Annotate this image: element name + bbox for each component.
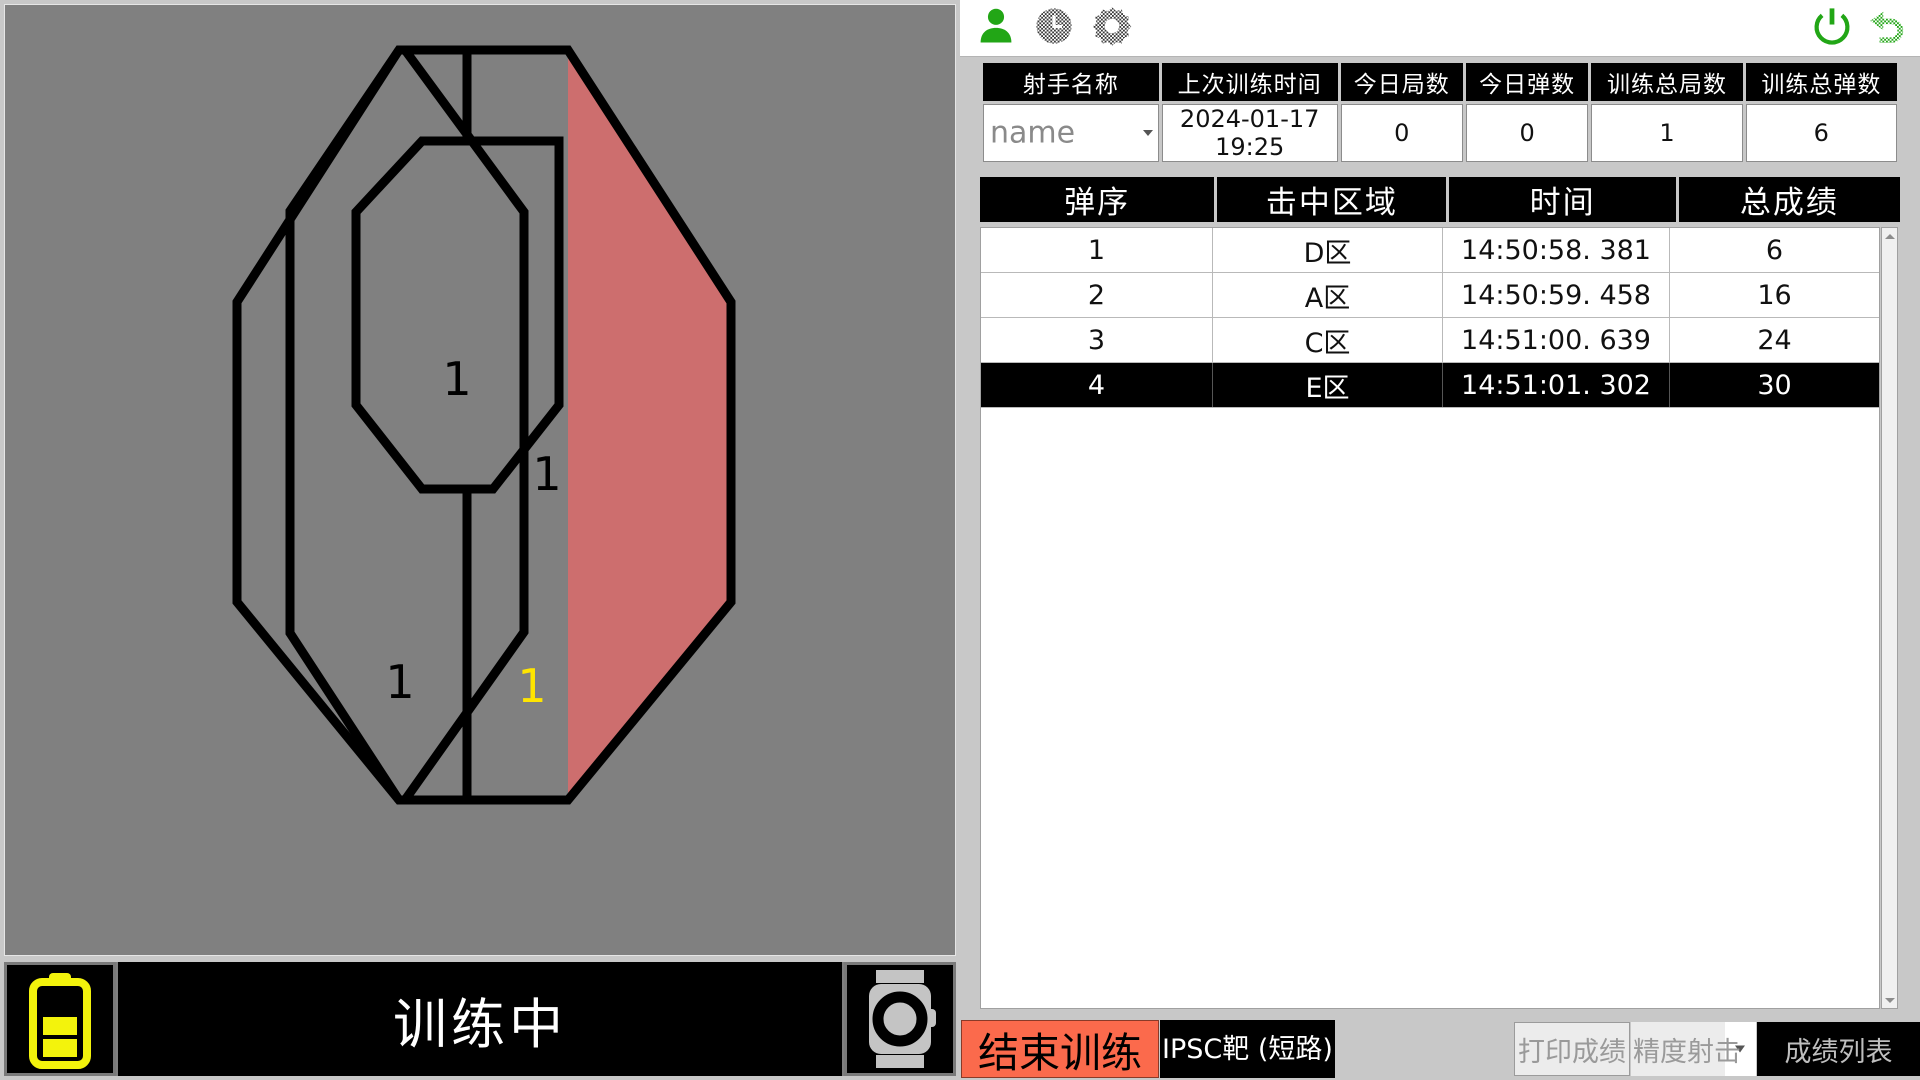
info-header-today-shots: 今日弹数: [1465, 63, 1589, 101]
total-rounds-value: 1: [1591, 104, 1743, 162]
scroll-down-arrow-icon[interactable]: [1882, 992, 1897, 1008]
hit-count-a: 1: [442, 352, 471, 406]
right-panel: 射手名称 上次训练时间 今日局数 今日弹数 训练总局数 训练总弹数 name 2…: [960, 0, 1920, 1080]
app-root: 1 1 1 1 训练中 射手名称 上次训练时间 今日局数 今日弹数 训练总局数 …: [0, 0, 1920, 1080]
battery-indicator: [4, 962, 116, 1076]
chevron-down-icon: [1142, 130, 1153, 136]
target-outline-a: [351, 136, 564, 494]
cell-index: 2: [981, 273, 1213, 317]
power-icon[interactable]: [1810, 4, 1854, 48]
results-vertical-scrollbar[interactable]: [1881, 227, 1898, 1009]
cell-zone: D区: [1213, 228, 1443, 272]
cell-time: 14:50:58. 381: [1443, 228, 1670, 272]
cell-time: 14:51:00. 639: [1443, 318, 1670, 362]
cell-zone: C区: [1213, 318, 1443, 362]
cell-index: 4: [981, 363, 1213, 407]
cell-score: 16: [1757, 279, 1792, 311]
cell-zone: A区: [1213, 273, 1443, 317]
info-header-total-shots: 训练总弹数: [1745, 63, 1897, 101]
results-header-time: 时间: [1449, 177, 1676, 222]
top-toolbar: [960, 0, 1920, 57]
cell-score: 6: [1765, 234, 1784, 266]
bottom-toolbar: 结束训练 IPSC靶 (短路) 打印成绩 精度射击 成绩列表: [960, 1014, 1920, 1080]
table-row[interactable]: 3 C区 14:51:00. 639 24: [981, 318, 1879, 363]
target-display[interactable]: 1 1 1 1: [4, 4, 956, 956]
results-header-zone: 击中区域: [1217, 177, 1447, 222]
cell-score: 30: [1757, 369, 1792, 401]
table-row[interactable]: 2 A区 14:50:59. 458 16: [981, 273, 1879, 318]
toolbar-right-group: [1810, 4, 1908, 48]
print-score-button[interactable]: 打印成绩: [1514, 1022, 1630, 1076]
results-header-score: 总成绩: [1678, 177, 1900, 222]
today-shots-value: 0: [1465, 104, 1589, 162]
cell-score: 24: [1757, 324, 1792, 356]
table-row[interactable]: 1 D区 14:50:58. 381 6: [981, 228, 1879, 273]
info-header-total-rounds: 训练总局数: [1591, 63, 1743, 101]
total-shots-value: 6: [1745, 104, 1897, 162]
results-header-index: 弹序: [980, 177, 1215, 222]
cell-time: 14:50:59. 458: [1443, 273, 1670, 317]
shooter-name-combobox[interactable]: name: [983, 104, 1159, 162]
undo-icon[interactable]: [1864, 4, 1908, 48]
clock-icon[interactable]: [1032, 4, 1076, 48]
hit-count-e: 1: [517, 659, 546, 713]
last-training-time-value: 2024-01-17 19:25: [1161, 104, 1338, 162]
info-header-row: 射手名称 上次训练时间 今日局数 今日弹数 训练总局数 训练总弹数: [983, 63, 1897, 101]
precision-shooting-dropdown[interactable]: 精度射击: [1631, 1022, 1756, 1076]
ipsc-target-graphic: 1 1 1 1: [232, 45, 736, 805]
cell-index: 3: [981, 318, 1213, 362]
training-status-text: 训练中: [393, 992, 567, 1056]
shooter-info-panel: 射手名称 上次训练时间 今日局数 今日弹数 训练总局数 训练总弹数 name 2…: [980, 60, 1900, 165]
gear-icon[interactable]: [1090, 4, 1134, 48]
end-training-button[interactable]: 结束训练: [961, 1020, 1159, 1078]
toolbar-left-group: [974, 4, 1134, 48]
results-table-body[interactable]: 1 D区 14:50:58. 381 6 2 A区 14:50:59. 458 …: [980, 227, 1880, 1009]
cell-index: 1: [981, 228, 1213, 272]
info-header-last-time: 上次训练时间: [1161, 63, 1338, 101]
target-mode-button[interactable]: IPSC靶 (短路): [1160, 1020, 1335, 1078]
hit-count-c: 1: [532, 447, 561, 501]
left-panel: 1 1 1 1 训练中: [0, 0, 960, 1080]
target-hit-zone: [568, 50, 731, 800]
camera-icon: [869, 970, 936, 1068]
results-header-row: 弹序 击中区域 时间 总成绩: [980, 177, 1900, 222]
cell-time: 14:51:01. 302: [1443, 363, 1670, 407]
shooter-info-table: 射手名称 上次训练时间 今日局数 今日弹数 训练总局数 训练总弹数 name 2…: [980, 60, 1900, 165]
person-icon[interactable]: [974, 4, 1018, 48]
info-value-row: name 2024-01-17 19:25 0 0 1 6: [983, 104, 1897, 162]
info-header-name: 射手名称: [983, 63, 1159, 101]
scroll-up-arrow-icon[interactable]: [1882, 228, 1897, 244]
battery-icon: [29, 973, 91, 1069]
today-rounds-value: 0: [1340, 104, 1463, 162]
score-list-button[interactable]: 成绩列表: [1757, 1022, 1920, 1076]
camera-button[interactable]: [844, 962, 956, 1076]
training-status: 训练中: [118, 962, 842, 1076]
hit-count-d: 1: [385, 655, 414, 709]
status-bar: 训练中: [4, 962, 956, 1076]
precision-shooting-label: 精度射击: [1633, 1036, 1741, 1068]
info-header-today-rounds: 今日局数: [1340, 63, 1463, 101]
table-row-selected[interactable]: 4 E区 14:51:01. 302 30: [981, 363, 1879, 408]
shooter-name-value: name: [990, 115, 1076, 151]
cell-zone: E区: [1213, 363, 1443, 407]
